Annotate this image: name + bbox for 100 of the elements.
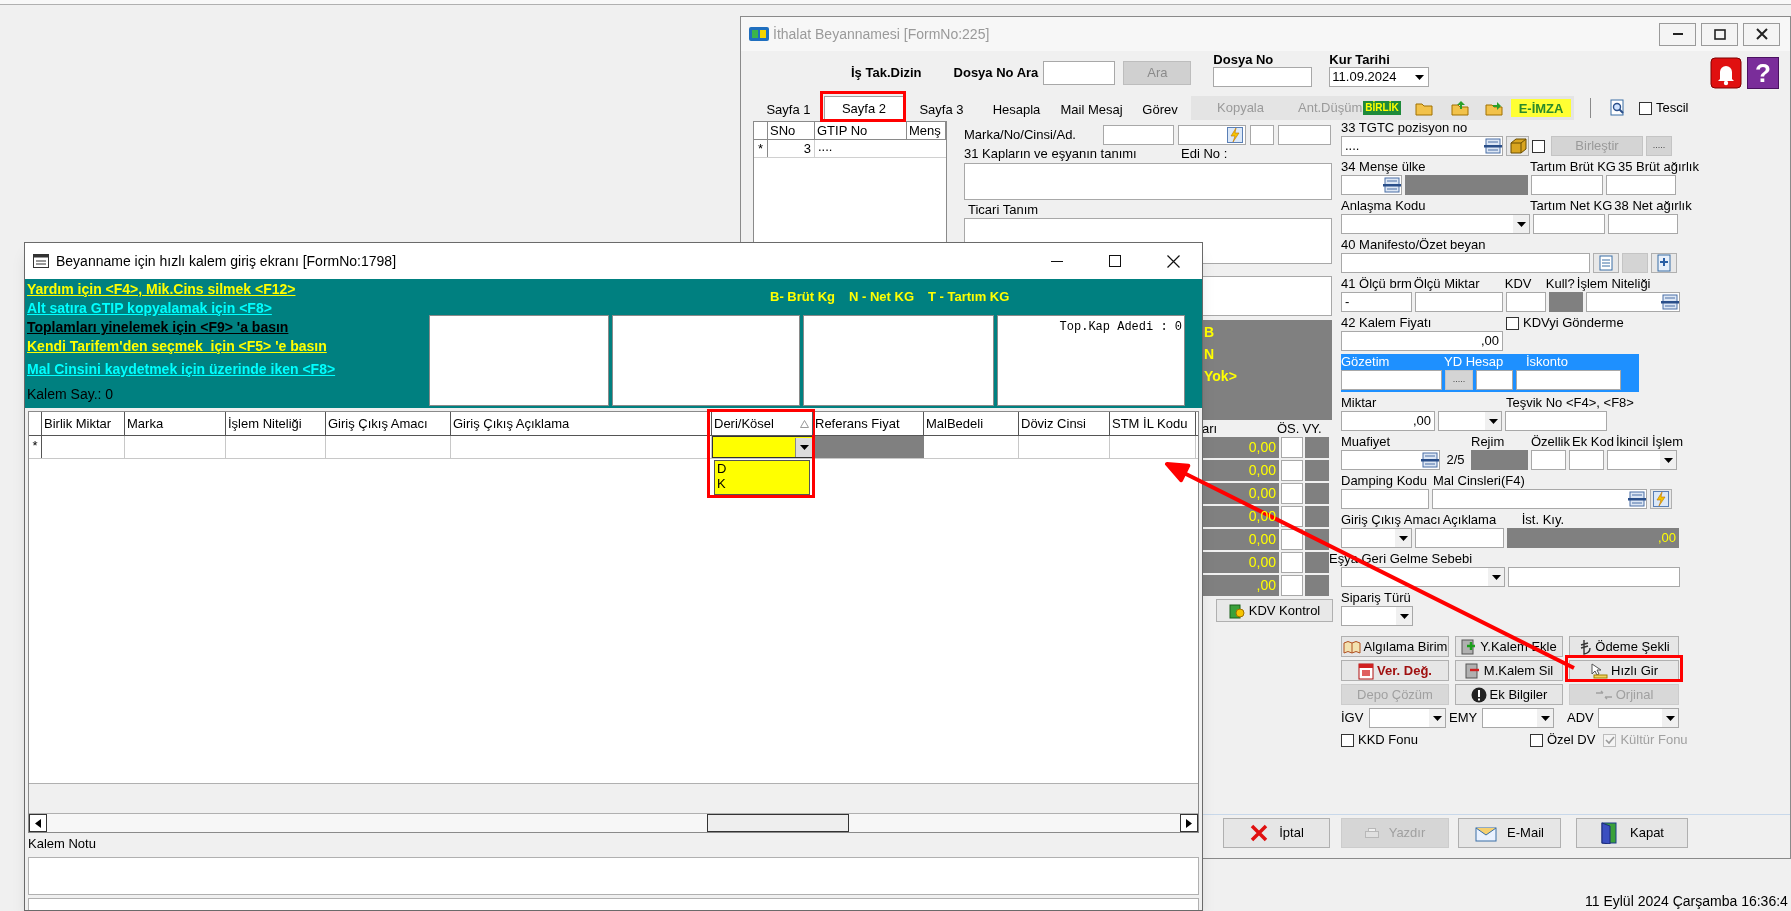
dropdown-field[interactable] — [1607, 450, 1677, 470]
input-field[interactable] — [1505, 411, 1607, 431]
search-icon[interactable] — [1609, 99, 1627, 117]
column-header[interactable]: Referans Fiyat — [813, 412, 924, 435]
column-header[interactable]: Döviz Cinsi — [1019, 412, 1110, 435]
action-button[interactable]: Algılama Birim — [1341, 636, 1449, 657]
scrollbar-thumb[interactable] — [707, 814, 849, 832]
tab[interactable]: Görev — [1129, 99, 1191, 121]
input-field[interactable] — [1281, 529, 1303, 550]
column-header[interactable]: Deri/Kösel — [712, 412, 813, 435]
input-field[interactable] — [1569, 450, 1604, 470]
input-field[interactable] — [1281, 552, 1303, 573]
input-field[interactable] — [1281, 575, 1303, 596]
input-field[interactable] — [1415, 292, 1503, 312]
lookup-field[interactable] — [1341, 450, 1440, 470]
input-field[interactable] — [1250, 125, 1274, 145]
input-field[interactable] — [1278, 125, 1331, 145]
search-field[interactable] — [1043, 61, 1116, 85]
number-field[interactable]: ,00 — [1341, 411, 1435, 431]
lookup-field[interactable] — [1586, 292, 1680, 312]
input-field[interactable] — [1281, 483, 1303, 504]
e-imza-button[interactable]: E-İMZA — [1510, 99, 1572, 117]
checkbox[interactable] — [1530, 733, 1543, 747]
minimize-button[interactable] — [1659, 22, 1696, 46]
note-field[interactable] — [28, 857, 1199, 895]
column-header[interactable]: Marka — [125, 412, 226, 435]
tab[interactable]: Sayfa 2 — [824, 96, 904, 121]
dropdown-field[interactable] — [1341, 606, 1413, 626]
column-header[interactable]: İşlem Niteliği — [226, 412, 326, 435]
input-field[interactable] — [1281, 437, 1303, 458]
help-link[interactable]: Kendi Tarifem'den seçmek için <F5> 'e basın — [27, 337, 327, 356]
column-header[interactable]: Giriş Çıkış Açıklama — [451, 412, 712, 435]
input-field[interactable] — [1341, 253, 1590, 273]
tab[interactable]: Sayfa 3 — [904, 99, 979, 121]
dropdown-field[interactable] — [1341, 528, 1412, 548]
input-field[interactable] — [1341, 489, 1429, 509]
action-button[interactable]: M.Kalem Sil — [1455, 660, 1563, 681]
dropdown-option[interactable]: K — [715, 476, 809, 491]
input-field[interactable] — [1531, 450, 1566, 470]
lookup-field[interactable] — [1432, 489, 1647, 509]
checkbox[interactable] — [1639, 101, 1652, 115]
input-field[interactable] — [1533, 214, 1605, 234]
help-link[interactable]: Mal Cinsini kaydetmek için üzerinde iken <F8> — [27, 360, 336, 379]
icon-button[interactable] — [1593, 253, 1619, 273]
checkbox[interactable] — [1506, 316, 1519, 330]
dosya-no-field[interactable] — [1213, 67, 1313, 87]
icon-button[interactable] — [1650, 489, 1672, 509]
dropdown-option[interactable]: D — [715, 461, 809, 476]
folder-icon[interactable] — [1450, 100, 1469, 116]
column-header[interactable]: Birlik Miktar — [42, 412, 125, 435]
footer-button[interactable]: E-Mail — [1458, 817, 1561, 848]
input-field[interactable] — [1103, 125, 1174, 145]
dropdown-field[interactable] — [1438, 411, 1502, 431]
input-field[interactable] — [1506, 292, 1546, 312]
dropdown-field[interactable] — [1598, 708, 1679, 728]
description-field[interactable] — [964, 163, 1332, 200]
input-field[interactable] — [1606, 175, 1676, 195]
input-field[interactable] — [1476, 370, 1513, 390]
input-field[interactable]: - — [1341, 292, 1412, 312]
column-header[interactable]: Giriş Çıkış Amacı — [326, 412, 451, 435]
input-field[interactable] — [1508, 567, 1680, 587]
tab[interactable]: Hesapla — [979, 99, 1054, 121]
dropdown-field[interactable] — [1341, 214, 1530, 234]
tab[interactable]: Sayfa 1 — [753, 99, 824, 121]
folder-icon[interactable] — [1414, 100, 1433, 116]
action-button[interactable]: Ek Bilgiler — [1455, 684, 1563, 705]
column-header[interactable]: SNo — [768, 122, 815, 139]
lookup-field[interactable] — [1341, 175, 1402, 195]
dropdown-field[interactable] — [1341, 567, 1505, 587]
checkbox[interactable] — [1341, 733, 1354, 747]
dropdown-cell[interactable] — [712, 436, 813, 458]
horizontal-scrollbar[interactable] — [29, 813, 1198, 832]
action-button[interactable]: Ver. Değ. — [1341, 660, 1449, 681]
dropdown-field[interactable] — [1369, 708, 1446, 728]
help-link[interactable]: Alt satıra GTIP kopyalamak için <F8> — [27, 299, 272, 318]
date-dropdown[interactable]: 11.09.2024 — [1329, 67, 1430, 87]
tab[interactable]: Mail Mesaj — [1054, 99, 1129, 121]
number-field[interactable]: ,00 — [1341, 331, 1503, 351]
input-field[interactable] — [1341, 370, 1442, 390]
icon-button[interactable] — [1651, 253, 1677, 273]
column-header[interactable]: MalBedeli — [924, 412, 1019, 435]
input-field[interactable] — [1281, 460, 1303, 481]
maximize-button[interactable] — [1701, 22, 1738, 46]
input-field[interactable] — [1531, 175, 1603, 195]
checkbox[interactable] — [1532, 139, 1545, 153]
column-header[interactable]: Menş — [907, 122, 946, 139]
folder-icon[interactable] — [1484, 100, 1503, 116]
column-header[interactable]: GTIP No — [815, 122, 907, 139]
icon-button[interactable] — [1506, 136, 1529, 156]
input-field[interactable] — [1415, 528, 1504, 548]
lookup-field[interactable]: .... — [1341, 136, 1503, 156]
bell-icon[interactable] — [1710, 57, 1742, 89]
input-field[interactable] — [1516, 370, 1621, 390]
action-button[interactable]: Ödeme Şekli — [1569, 636, 1679, 657]
footer-button[interactable]: İptal — [1223, 817, 1330, 848]
help-link[interactable]: Yardım için <F4>, Mik.Cins silmek <F12> — [27, 280, 296, 299]
input-field[interactable] — [1178, 125, 1246, 145]
help-link[interactable]: Toplamları yinelemek için <F9> 'a basın — [27, 318, 289, 337]
input-field[interactable] — [1608, 214, 1678, 234]
column-header[interactable]: STM İL Kodu — [1110, 412, 1196, 435]
